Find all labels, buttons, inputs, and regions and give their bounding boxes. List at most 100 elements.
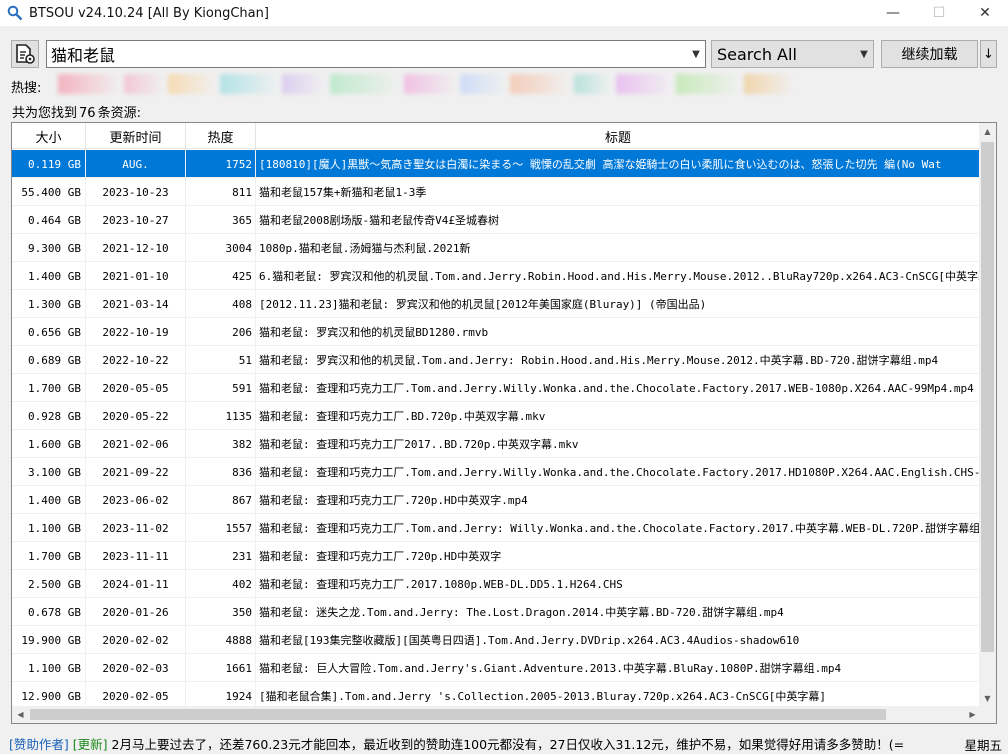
date-cell: 2023-10-27 (86, 206, 186, 234)
hot-cell: 811 (186, 178, 256, 206)
update-link[interactable]: [更新] (73, 734, 108, 753)
hot-cell: 591 (186, 374, 256, 402)
hot-cell: 4888 (186, 626, 256, 654)
date-cell: 2020-05-22 (86, 402, 186, 430)
continue-load-button[interactable]: 继续加载 (881, 40, 978, 68)
sponsor-link[interactable]: [赞助作者] (9, 734, 69, 753)
table-row[interactable]: 0.119 GB AUG. 1752 [180810][魔人]黒獣～気高き聖女は白濁に… (12, 150, 981, 178)
chevron-down-icon[interactable]: ▼ (855, 41, 873, 67)
column-header-title[interactable]: 标题 (256, 123, 981, 149)
hot-cell: 836 (186, 458, 256, 486)
table-row[interactable]: 1.700 GB 2020-05-05 591 猫和老鼠: 查理和巧克力工厂.Tom.… (12, 374, 981, 402)
title-cell: 猫和老鼠: 罗宾汉和他的机灵鼠BD1280.rmvb (256, 318, 981, 346)
title-cell: 1080p.猫和老鼠.汤姆猫与杰利鼠.2021新 (256, 234, 981, 262)
chevron-down-icon[interactable]: ▼ (687, 41, 705, 67)
hot-cell: 3004 (186, 234, 256, 262)
engine-select-value: Search All (717, 44, 797, 64)
title-cell: [2012.11.23]猫和老鼠: 罗宾汉和他的机灵鼠[2012年美国家庭(Bl… (256, 290, 981, 318)
title-cell: 猫和老鼠: 查理和巧克力工厂2017..BD.720p.中英双字幕.mkv (256, 430, 981, 458)
hot-search-item[interactable] (616, 74, 672, 94)
hot-cell: 1557 (186, 514, 256, 542)
table-row[interactable]: 1.100 GB 2020-02-03 1661 猫和老鼠: 巨人大冒险.Tom.an… (12, 654, 981, 682)
date-cell: 2023-06-02 (86, 486, 186, 514)
table-row[interactable]: 1.400 GB 2021-01-10 425 6.猫和老鼠: 罗宾汉和他的机灵鼠.T… (12, 262, 981, 290)
scroll-up-arrow-icon[interactable]: ▲ (979, 123, 996, 140)
size-cell: 1.700 GB (12, 374, 86, 402)
table-row[interactable]: 0.689 GB 2022-10-22 51 猫和老鼠: 罗宾汉和他的机灵鼠.Tom.… (12, 346, 981, 374)
title-cell: 猫和老鼠: 查理和巧克力工厂.BD.720p.中英双字幕.mkv (256, 402, 981, 430)
size-cell: 1.700 GB (12, 542, 86, 570)
title-cell: 猫和老鼠: 查理和巧克力工厂.Tom.and.Jerry.Willy.Wonka… (256, 374, 981, 402)
hot-search-item[interactable] (330, 74, 400, 94)
table-row[interactable]: 3.100 GB 2021-09-22 836 猫和老鼠: 查理和巧克力工厂.Tom.… (12, 458, 981, 486)
table-row[interactable]: 1.600 GB 2021-02-06 382 猫和老鼠: 查理和巧克力工厂2017.… (12, 430, 981, 458)
minimize-button[interactable]: — (870, 0, 916, 26)
hot-cell: 408 (186, 290, 256, 318)
date-cell: 2022-10-19 (86, 318, 186, 346)
scroll-down-button[interactable]: ↓ (980, 40, 997, 68)
hot-search-item[interactable] (460, 74, 506, 94)
size-cell: 1.400 GB (12, 486, 86, 514)
column-header-size[interactable]: 大小 (12, 123, 86, 149)
maximize-button[interactable]: ☐ (916, 0, 962, 26)
table-row[interactable]: 1.300 GB 2021-03-14 408 [2012.11.23]猫和老鼠: 罗… (12, 290, 981, 318)
scrollbar-corner (979, 706, 996, 723)
title-cell: 猫和老鼠: 查理和巧克力工厂.720p.HD中英双字.mp4 (256, 486, 981, 514)
title-cell: 6.猫和老鼠: 罗宾汉和他的机灵鼠.Tom.and.Jerry.Robin.Ho… (256, 262, 981, 290)
hot-search-item[interactable] (282, 74, 326, 94)
vertical-scrollbar[interactable]: ▲ ▼ (979, 123, 996, 707)
title-cell: 猫和老鼠[193集完整收藏版][国英粤日四语].Tom.And.Jerry.DV… (256, 626, 981, 654)
date-cell: 2020-02-02 (86, 626, 186, 654)
hot-search-item[interactable] (58, 74, 120, 94)
table-row[interactable]: 2.500 GB 2024-01-11 402 猫和老鼠: 查理和巧克力工厂.2017… (12, 570, 981, 598)
title-cell: 猫和老鼠: 巨人大冒险.Tom.and.Jerry's.Giant.Advent… (256, 654, 981, 682)
table-row[interactable]: 55.400 GB 2023-10-23 811 猫和老鼠157集+新猫和老鼠1-3季 (12, 178, 981, 206)
table-row[interactable]: 0.656 GB 2022-10-19 206 猫和老鼠: 罗宾汉和他的机灵鼠BD12… (12, 318, 981, 346)
date-cell: 2023-10-23 (86, 178, 186, 206)
size-cell: 0.689 GB (12, 346, 86, 374)
table-row[interactable]: 0.678 GB 2020-01-26 350 猫和老鼠: 迷失之龙.Tom.and.… (12, 598, 981, 626)
scroll-down-arrow-icon[interactable]: ▼ (979, 690, 996, 707)
scroll-left-arrow-icon[interactable]: ◀ (12, 706, 29, 723)
hot-search-item[interactable] (220, 74, 278, 94)
hot-search-item[interactable] (168, 74, 216, 94)
date-cell: 2021-09-22 (86, 458, 186, 486)
table-row[interactable]: 1.100 GB 2023-11-02 1557 猫和老鼠: 查理和巧克力工厂.Tom… (12, 514, 981, 542)
horizontal-scrollbar[interactable]: ◀ ▶ (12, 706, 981, 723)
date-cell: 2023-11-02 (86, 514, 186, 542)
date-cell: 2021-12-10 (86, 234, 186, 262)
status-message: 2月马上要过去了，还差760.23元才能回本，最近收到的赞助连100元都没有，2… (111, 736, 905, 752)
engine-select[interactable]: Search All ▼ (711, 40, 874, 68)
hot-search-item[interactable] (124, 74, 164, 94)
hot-search-item[interactable] (676, 74, 740, 94)
date-cell: 2022-10-22 (86, 346, 186, 374)
size-cell: 0.464 GB (12, 206, 86, 234)
table-row[interactable]: 19.900 GB 2020-02-02 4888 猫和老鼠[193集完整收藏版][国… (12, 626, 981, 654)
column-header-hot[interactable]: 热度 (186, 123, 256, 149)
table-row[interactable]: 9.300 GB 2021-12-10 3004 1080p.猫和老鼠.汤姆猫与杰利鼠… (12, 234, 981, 262)
date-cell: 2021-01-10 (86, 262, 186, 290)
table-header: 大小 更新时间 热度 标题 (12, 123, 981, 149)
hot-search-item[interactable] (574, 74, 612, 94)
search-input[interactable]: 猫和老鼠 ▼ (46, 40, 706, 68)
table-row[interactable]: 0.928 GB 2020-05-22 1135 猫和老鼠: 查理和巧克力工厂.BD.… (12, 402, 981, 430)
horizontal-scroll-thumb[interactable] (30, 709, 886, 720)
result-count: 共为您找到 76 条资源: (11, 102, 142, 121)
hot-search-item[interactable] (744, 74, 794, 94)
table-row[interactable]: 1.400 GB 2023-06-02 867 猫和老鼠: 查理和巧克力工厂.720p… (12, 486, 981, 514)
close-button[interactable]: ✕ (962, 0, 1008, 26)
size-cell: 3.100 GB (12, 458, 86, 486)
hot-cell: 402 (186, 570, 256, 598)
date-cell: 2024-01-11 (86, 570, 186, 598)
vertical-scroll-thumb[interactable] (981, 142, 994, 652)
table-row[interactable]: 1.700 GB 2023-11-11 231 猫和老鼠: 查理和巧克力工厂.720p… (12, 542, 981, 570)
document-settings-button[interactable] (11, 40, 39, 68)
date-cell: 2023-11-11 (86, 542, 186, 570)
column-header-date[interactable]: 更新时间 (86, 123, 186, 149)
result-count-number: 76 (79, 106, 96, 121)
hot-search-item[interactable] (510, 74, 570, 94)
table-row[interactable]: 0.464 GB 2023-10-27 365 猫和老鼠2008剧场版-猫和老鼠传奇V… (12, 206, 981, 234)
size-cell: 1.400 GB (12, 262, 86, 290)
result-count-suffix: 条资源: (97, 106, 141, 121)
hot-search-item[interactable] (404, 74, 456, 94)
